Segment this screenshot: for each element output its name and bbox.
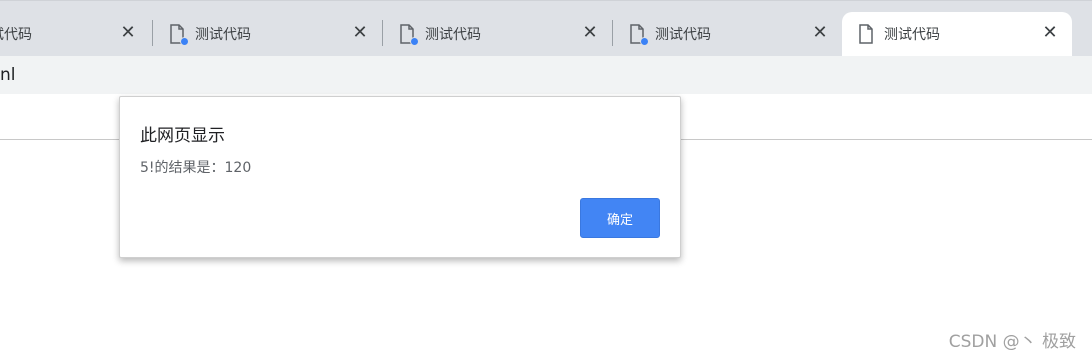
close-icon[interactable]: ✕ [810, 23, 830, 43]
tab-title: 测试代码 [655, 27, 711, 43]
tab-title: 试代码 [0, 27, 32, 43]
alert-dialog: 此网页显示 5!的结果是：120 确定 [119, 96, 681, 258]
close-icon[interactable]: ✕ [1040, 23, 1060, 43]
document-icon [169, 24, 189, 46]
address-bar[interactable]: nl [0, 56, 1092, 94]
close-icon[interactable]: ✕ [580, 23, 600, 43]
tab-title: 测试代码 [425, 27, 481, 43]
tab-title: 测试代码 [884, 27, 940, 43]
document-icon [399, 24, 419, 46]
tab-1[interactable]: 试代码 ✕ [0, 12, 150, 56]
address-text[interactable]: nl [0, 65, 16, 85]
close-icon[interactable]: ✕ [350, 23, 370, 43]
ok-button[interactable]: 确定 [580, 198, 660, 238]
tab-5-active[interactable]: 测试代码 ✕ [842, 12, 1072, 56]
dialog-message: 5!的结果是：120 [140, 160, 252, 176]
tab-4[interactable]: 测试代码 ✕ [613, 12, 842, 56]
tab-2[interactable]: 测试代码 ✕ [153, 12, 382, 56]
document-icon [858, 24, 874, 44]
tab-3[interactable]: 测试代码 ✕ [383, 12, 612, 56]
loading-dot-icon [410, 37, 419, 46]
close-icon[interactable]: ✕ [118, 23, 138, 43]
loading-dot-icon [180, 37, 189, 46]
document-icon [629, 24, 649, 46]
watermark: CSDN @丶 极致 [948, 332, 1076, 352]
dialog-title: 此网页显示 [140, 126, 225, 146]
tab-strip: 试代码 ✕ 测试代码 ✕ 测试代码 ✕ [0, 0, 1092, 56]
tab-title: 测试代码 [195, 27, 251, 43]
loading-dot-icon [640, 37, 649, 46]
